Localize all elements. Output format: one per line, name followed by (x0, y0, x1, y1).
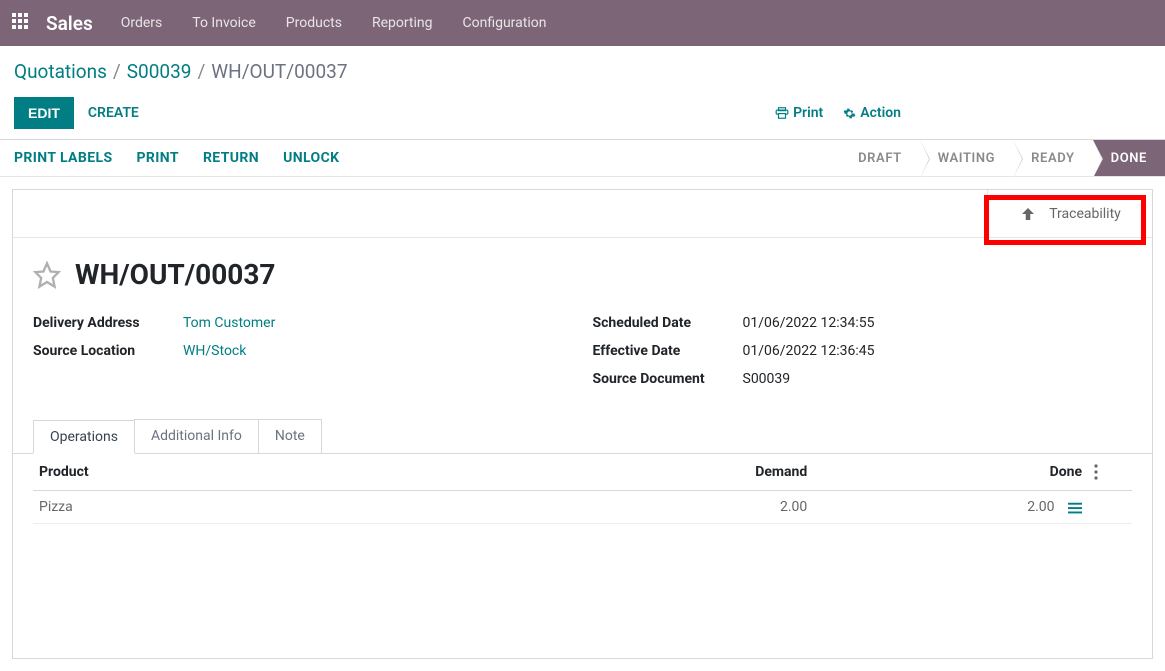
arrow-up-icon (1019, 205, 1037, 223)
unlock-button[interactable]: UNLOCK (283, 150, 339, 166)
nav-link-to-invoice[interactable]: To Invoice (192, 15, 256, 31)
nav-link-reporting[interactable]: Reporting (372, 15, 433, 31)
breadcrumb-root[interactable]: Quotations (14, 60, 107, 83)
list-icon[interactable] (1068, 499, 1082, 515)
nav-link-configuration[interactable]: Configuration (463, 15, 547, 31)
col-demand[interactable]: Demand (550, 454, 814, 491)
favorite-star-icon[interactable] (33, 261, 61, 289)
return-button[interactable]: RETURN (203, 150, 259, 166)
source-document-label: Source Document (593, 371, 743, 387)
breadcrumb-current: WH/OUT/00037 (211, 60, 347, 83)
print-button[interactable]: Print (775, 105, 823, 121)
operations-table: Product Demand Done Pizza 2.00 2.00 (33, 454, 1132, 644)
record-title: WH/OUT/00037 (75, 258, 275, 291)
scheduled-date-value: 01/06/2022 12:34:55 (743, 315, 875, 331)
status-draft[interactable]: DRAFT (840, 140, 920, 176)
print-labels-button[interactable]: PRINT LABELS (14, 150, 112, 166)
table-row[interactable]: Pizza 2.00 2.00 (33, 491, 1132, 524)
breadcrumb-sep: / (197, 60, 205, 83)
traceability-button[interactable]: Traceability (987, 190, 1152, 237)
form-sheet: Traceability WH/OUT/00037 Delivery Addre… (12, 189, 1153, 659)
print-icon (775, 106, 789, 120)
print-button2[interactable]: PRINT (136, 150, 178, 166)
scheduled-date-label: Scheduled Date (593, 315, 743, 331)
breadcrumb: Quotations / S00039 / WH/OUT/00037 (14, 60, 1151, 83)
delivery-address-label: Delivery Address (33, 315, 183, 331)
delivery-address-value[interactable]: Tom Customer (183, 315, 275, 331)
nav-link-products[interactable]: Products (286, 15, 342, 31)
nav-link-orders[interactable]: Orders (121, 15, 163, 31)
breadcrumb-parent[interactable]: S00039 (127, 60, 192, 83)
col-product[interactable]: Product (33, 454, 550, 491)
col-done[interactable]: Done (813, 454, 1088, 491)
col-options[interactable] (1088, 454, 1132, 491)
nav-links: Orders To Invoice Products Reporting Con… (121, 15, 547, 31)
app-brand[interactable]: Sales (46, 12, 93, 35)
create-button[interactable]: CREATE (88, 105, 139, 121)
cell-product: Pizza (33, 491, 550, 524)
print-label: Print (793, 105, 823, 121)
traceability-label: Traceability (1049, 206, 1121, 222)
effective-date-label: Effective Date (593, 343, 743, 359)
action-label: Action (860, 105, 901, 121)
cell-done-value: 2.00 (1027, 499, 1054, 515)
status-waiting[interactable]: WAITING (920, 140, 1013, 176)
status-done[interactable]: DONE (1093, 140, 1165, 176)
cell-done: 2.00 (813, 491, 1088, 524)
apps-menu-icon[interactable] (12, 13, 32, 33)
cell-demand: 2.00 (550, 491, 814, 524)
action-button[interactable]: Action (843, 105, 901, 121)
breadcrumb-sep: / (113, 60, 121, 83)
status-bar: DRAFT WAITING READY DONE (840, 140, 1165, 176)
tab-additional-info[interactable]: Additional Info (134, 419, 259, 453)
source-location-value[interactable]: WH/Stock (183, 343, 246, 359)
source-location-label: Source Location (33, 343, 183, 359)
tab-note[interactable]: Note (258, 419, 322, 453)
tab-operations[interactable]: Operations (33, 420, 135, 454)
top-navbar: Sales Orders To Invoice Products Reporti… (0, 0, 1165, 46)
edit-button[interactable]: EDIT (14, 97, 74, 129)
effective-date-value: 01/06/2022 12:36:45 (743, 343, 875, 359)
status-ready[interactable]: READY (1013, 140, 1092, 176)
kebab-icon (1094, 464, 1098, 480)
source-document-value: S00039 (743, 371, 791, 387)
gear-icon (843, 107, 856, 120)
